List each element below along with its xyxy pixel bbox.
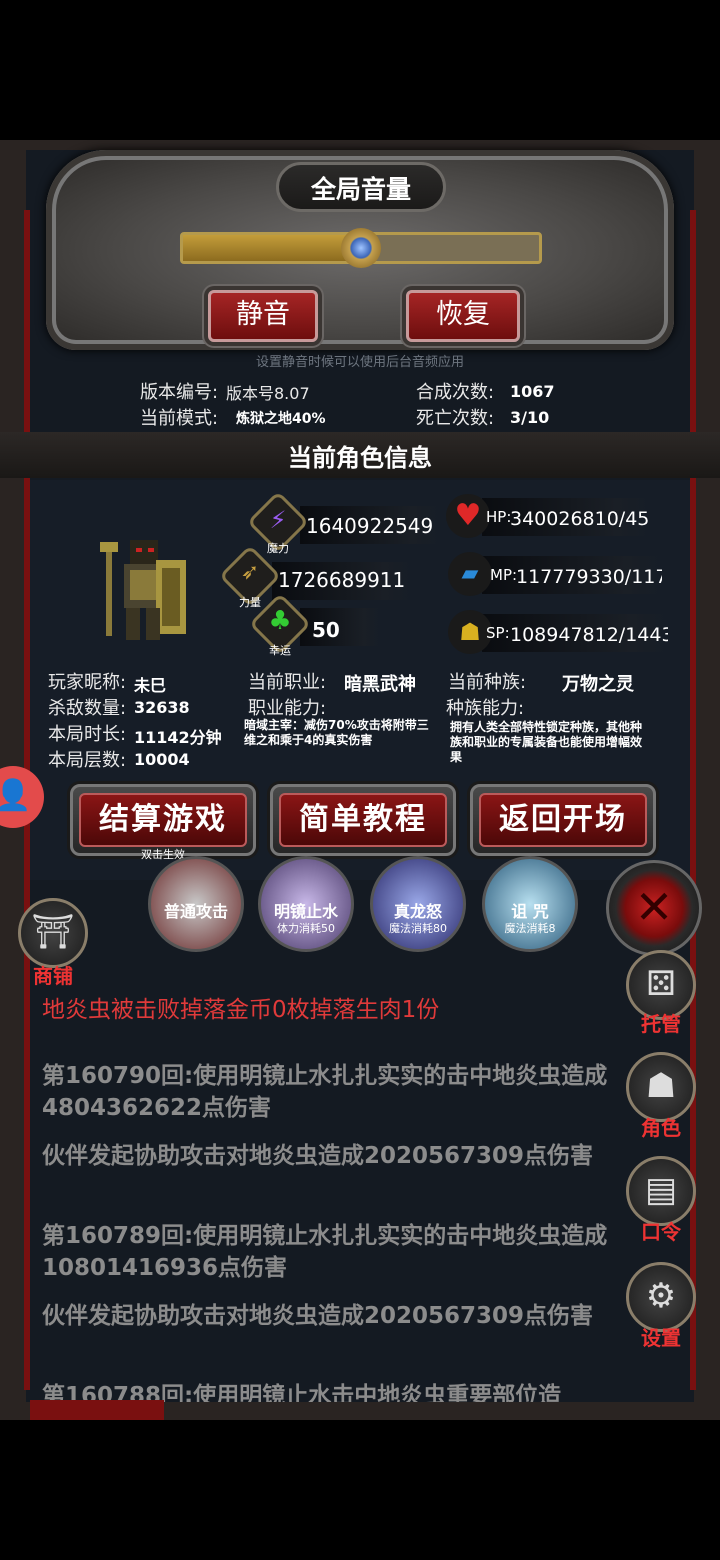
auto-label: 托管 xyxy=(641,1012,681,1036)
settings-label: 设置 xyxy=(641,1326,681,1350)
log-line: 伙伴发起协助攻击对地炎虫造成2020567309点伤害 xyxy=(42,1143,594,1169)
kills-label: 杀敌数量: xyxy=(48,698,127,719)
mode-value: 炼狱之地40% xyxy=(236,411,326,427)
volume-hint: 设置静音时候可以使用后台音频应用 xyxy=(255,355,464,370)
user-icon: 👤 xyxy=(0,778,32,813)
skill-mirror-water-cost: 体力消耗50 xyxy=(277,922,335,935)
job-ability-label: 职业能力: xyxy=(248,698,327,719)
return-start-button[interactable]: 返回开场 xyxy=(470,784,656,856)
character-avatar xyxy=(96,536,192,646)
luck-caption: 幸运 xyxy=(269,644,291,657)
volume-slider-fill xyxy=(183,235,361,261)
log-line: 第160790回:使用明镜止水扎扎实实的击中地炎虫造成4804362622点伤害 xyxy=(42,1063,608,1121)
duration-value: 11142分钟 xyxy=(134,728,222,747)
luck-value: 50 xyxy=(312,618,340,642)
mp-value: 117779330/117 xyxy=(516,566,662,588)
version-value: 版本号8.07 xyxy=(226,384,310,403)
kills-value: 32638 xyxy=(134,698,190,717)
magic-value: 1640922549 xyxy=(306,514,434,538)
skill-curse-label: 诅 咒 xyxy=(511,902,549,921)
spear-icon: ➶ xyxy=(240,560,260,585)
character-section-title: 当前角色信息 xyxy=(288,444,432,472)
dice-icon: ⚄ xyxy=(646,964,676,1004)
mode-label: 当前模式: xyxy=(140,408,219,429)
magic-stat-icon: ⚡ xyxy=(246,490,310,554)
settle-hint: 双击生效 xyxy=(141,848,185,861)
tutorial-button[interactable]: 简单教程 xyxy=(270,784,456,856)
hp-label: HP: xyxy=(486,508,512,526)
craft-count-value: 1067 xyxy=(510,382,555,401)
settle-game-label: 结算游戏 xyxy=(79,793,247,847)
mute-button[interactable]: 静音 xyxy=(208,290,318,342)
death-count-value: 3/10 xyxy=(510,408,550,427)
power-stat-icon: ➶ xyxy=(218,544,282,608)
race-ability-label: 种族能力: xyxy=(446,698,525,719)
power-value: 1726689911 xyxy=(278,568,406,592)
nickname-label: 玩家昵称: xyxy=(48,672,127,693)
book-icon: ▤ xyxy=(644,1170,678,1210)
frame-bottom-accent xyxy=(30,1400,164,1420)
return-start-label: 返回开场 xyxy=(479,793,647,847)
skill-true-dragon-cost: 魔法消耗80 xyxy=(389,922,447,935)
race-label: 当前种族: xyxy=(448,672,527,693)
lightning-icon: ⚡ xyxy=(269,506,287,534)
skill-curse-cost: 魔法消耗8 xyxy=(504,922,556,935)
shop-button[interactable]: ⛩ xyxy=(18,898,88,968)
frame-strip-right xyxy=(690,210,696,1390)
volume-title: 全局音量 xyxy=(310,175,411,204)
version-label: 版本编号: xyxy=(140,382,219,403)
nickname-value: 未巳 xyxy=(134,676,167,695)
gear-icon: ⚙ xyxy=(645,1276,677,1316)
craft-count-label: 合成次数: xyxy=(416,382,495,403)
tutorial-label: 简单教程 xyxy=(279,793,447,847)
sp-value: 108947812/1443 xyxy=(510,624,668,646)
sp-label: SP: xyxy=(486,624,510,642)
duration-label: 本局时长: xyxy=(48,724,127,745)
role-label: 角色 xyxy=(641,1116,681,1140)
job-label: 当前职业: xyxy=(248,672,327,693)
log-line: 第160789回:使用明镜止水扎扎实实的击中地炎虫造成10801416936点伤… xyxy=(42,1223,608,1281)
floor-value: 10004 xyxy=(134,750,190,769)
heart-icon: ♥ xyxy=(446,494,490,538)
close-button[interactable]: ✕ xyxy=(606,860,702,956)
mp-label: MP: xyxy=(490,566,518,584)
clover-icon: ♣ xyxy=(268,606,292,636)
death-count-label: 死亡次数: xyxy=(416,408,495,429)
shop-label: 商铺 xyxy=(33,964,73,988)
mana-icon: ▰ xyxy=(448,552,492,596)
code-label: 口令 xyxy=(641,1220,681,1244)
skill-normal-attack-label: 普通攻击 xyxy=(163,902,228,921)
race-ability-desc: 拥有人类全部特性锁定种族，其他种族和职业的专属装备也能使用增幅效果 xyxy=(450,720,643,764)
skill-true-dragon-label: 真龙怒 xyxy=(393,902,442,921)
skill-mirror-water-label: 明镜止水 xyxy=(273,902,338,921)
job-value: 暗黑武神 xyxy=(344,674,416,695)
shop-icon: ⛩ xyxy=(31,912,75,952)
restore-button[interactable]: 恢复 xyxy=(406,290,520,342)
log-line: 第160788回:使用明镜止水击中地炎虫重要部位造 xyxy=(42,1383,562,1402)
luck-stat-icon: ♣ xyxy=(248,592,312,656)
log-line: 伙伴发起协助攻击对地炎虫造成2020567309点伤害 xyxy=(42,1303,594,1329)
volume-slider-knob[interactable] xyxy=(341,228,381,268)
floor-label: 本局层数: xyxy=(48,750,127,771)
hp-value: 340026810/456 xyxy=(510,508,648,530)
close-icon: ✕ xyxy=(634,880,674,934)
hood-icon: ☗ xyxy=(645,1066,677,1106)
log-highlight: 地炎虫被击败掉落金币0枚掉落生肉1份 xyxy=(42,997,440,1023)
race-value: 万物之灵 xyxy=(562,674,634,695)
job-ability-desc: 暗域主宰：减伤70%攻击将附带三维之和乘于4的真实伤害 xyxy=(244,718,429,747)
